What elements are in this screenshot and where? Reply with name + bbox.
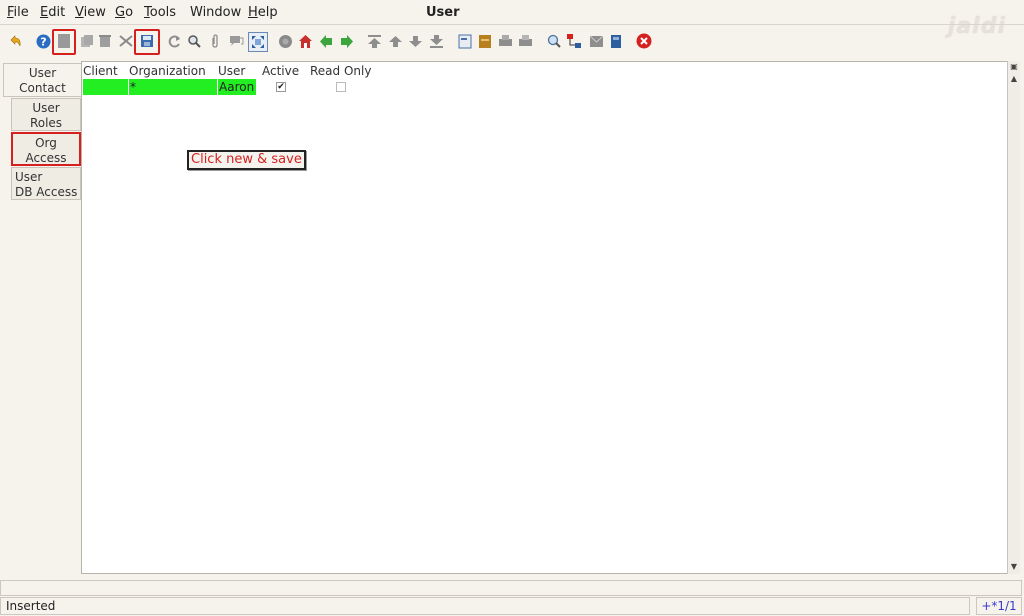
toolbar: ? bbox=[0, 29, 1024, 55]
close-window-icon[interactable] bbox=[636, 33, 652, 49]
menu-file[interactable]: File bbox=[7, 5, 29, 20]
status-bar-info bbox=[0, 580, 1022, 596]
chat-icon[interactable] bbox=[228, 33, 244, 49]
active-checkbox[interactable]: ✔ bbox=[276, 82, 286, 92]
report-icon[interactable] bbox=[457, 33, 473, 49]
parent-record-icon[interactable] bbox=[318, 33, 334, 49]
archive-icon[interactable] bbox=[477, 33, 493, 49]
menu-bar: File Edit View Go Tools Window Help User… bbox=[0, 0, 1024, 39]
fullscreen-icon[interactable] bbox=[248, 32, 268, 52]
copy-record-icon bbox=[79, 33, 95, 49]
menu-help[interactable]: Help bbox=[248, 5, 278, 20]
tab-label-line2: Contact bbox=[19, 81, 66, 95]
tab-org-access[interactable]: Org Access bbox=[11, 132, 81, 166]
tab-label-line2: Roles bbox=[29, 116, 63, 130]
column-header-organization[interactable]: Organization bbox=[129, 64, 206, 78]
new-button-highlight bbox=[52, 29, 76, 55]
scroll-down-icon[interactable]: ▼ bbox=[1008, 561, 1020, 573]
instruction-callout: Click new & save bbox=[187, 150, 306, 170]
print-preview-icon[interactable] bbox=[497, 33, 513, 49]
delete-selection-icon bbox=[118, 33, 134, 49]
tab-user-db-access[interactable]: User DB Access bbox=[11, 167, 81, 200]
menu-window[interactable]: Window bbox=[190, 5, 241, 20]
record-indicator[interactable]: +*1/1 bbox=[976, 597, 1022, 615]
undo-icon[interactable] bbox=[7, 33, 23, 49]
help-icon[interactable]: ? bbox=[35, 33, 51, 49]
delete-icon bbox=[97, 33, 113, 49]
workflow-icon[interactable] bbox=[566, 33, 582, 49]
home-icon[interactable] bbox=[297, 33, 313, 49]
menu-go[interactable]: Go bbox=[115, 5, 133, 20]
tab-label-line2: Access bbox=[25, 151, 67, 165]
menu-tools[interactable]: Tools bbox=[144, 5, 176, 20]
tab-label-line1: User bbox=[15, 170, 43, 184]
tab-label-line2: DB Access bbox=[15, 185, 78, 199]
tab-user-contact[interactable]: User Contact bbox=[3, 63, 81, 97]
column-header-read-only[interactable]: Read Only bbox=[310, 64, 371, 78]
window-title: User bbox=[426, 5, 460, 20]
menu-divider bbox=[0, 24, 1024, 25]
status-message: Inserted bbox=[0, 597, 970, 615]
tab-label-line1: Org bbox=[35, 136, 57, 150]
zoom-across-icon[interactable] bbox=[546, 33, 562, 49]
scroll-up-icon[interactable]: ▲ bbox=[1008, 73, 1020, 85]
previous-record-icon[interactable] bbox=[387, 33, 403, 49]
cell-user[interactable]: Aaron bbox=[218, 79, 256, 95]
last-record-icon[interactable] bbox=[428, 33, 444, 49]
tab-label-line1: User bbox=[28, 66, 57, 80]
column-header-client[interactable]: Client bbox=[83, 64, 118, 78]
cell-organization[interactable]: * bbox=[129, 79, 217, 95]
read-only-checkbox[interactable] bbox=[336, 82, 346, 92]
refresh-icon[interactable] bbox=[166, 33, 182, 49]
request-icon[interactable] bbox=[588, 33, 604, 49]
scroll-options-icon[interactable]: ▣ bbox=[1008, 61, 1020, 73]
svg-text:?: ? bbox=[40, 35, 46, 48]
save-button-highlight bbox=[134, 29, 160, 55]
print-icon[interactable] bbox=[517, 33, 533, 49]
record-grid: Client Organization User Active Read Onl… bbox=[81, 61, 1019, 574]
column-header-active[interactable]: Active bbox=[262, 64, 299, 78]
find-icon[interactable] bbox=[186, 33, 202, 49]
column-header-user[interactable]: User bbox=[218, 64, 245, 78]
next-record-icon[interactable] bbox=[407, 33, 423, 49]
vertical-scrollbar[interactable]: ▣ ▲ ▼ bbox=[1007, 61, 1020, 574]
menu-view[interactable]: View bbox=[75, 5, 106, 20]
tab-label-line1: User bbox=[32, 101, 60, 115]
cell-client[interactable] bbox=[83, 79, 128, 95]
attachment-icon[interactable] bbox=[207, 33, 223, 49]
menu-edit[interactable]: Edit bbox=[40, 5, 65, 20]
detail-record-icon[interactable] bbox=[338, 33, 354, 49]
product-info-icon[interactable] bbox=[608, 33, 624, 49]
history-icon[interactable] bbox=[277, 33, 293, 49]
first-record-icon[interactable] bbox=[366, 33, 382, 49]
tab-user-roles[interactable]: User Roles bbox=[11, 98, 81, 131]
